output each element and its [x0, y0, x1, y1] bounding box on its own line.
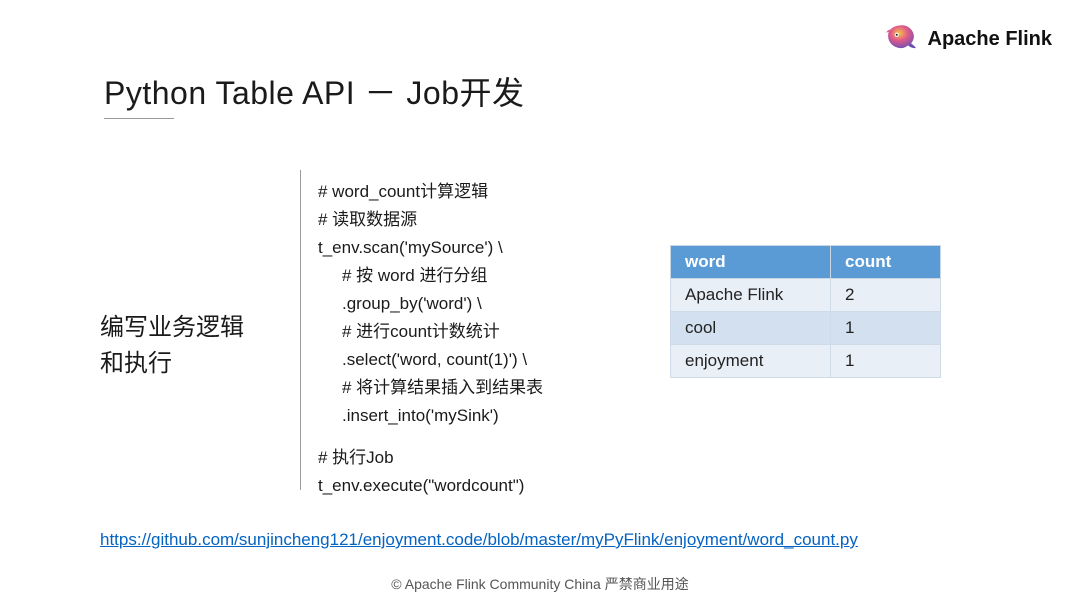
- table-header-count: count: [831, 246, 941, 279]
- cell-word: enjoyment: [671, 345, 831, 378]
- slide: Apache Flink Python Table API － Job开发 编写…: [0, 0, 1080, 608]
- result-table: word count Apache Flink 2 cool 1 enjoyme…: [670, 245, 941, 378]
- brand-name: Apache Flink: [928, 28, 1052, 51]
- table-row: enjoyment 1: [671, 345, 941, 378]
- code-line: # word_count计算逻辑: [318, 178, 543, 206]
- subtitle-line-1: 编写业务逻辑: [100, 310, 244, 346]
- code-block: # word_count计算逻辑 # 读取数据源 t_env.scan('myS…: [318, 178, 543, 501]
- reference-link[interactable]: https://github.com/sunjincheng121/enjoym…: [100, 530, 858, 549]
- table-header-word: word: [671, 246, 831, 279]
- subtitle-line-2: 和执行: [100, 346, 244, 382]
- code-line: # 进行count计数统计: [318, 318, 543, 346]
- brand: Apache Flink: [884, 22, 1052, 56]
- cell-count: 1: [831, 345, 941, 378]
- footer-copyright: © Apache Flink Community China 严禁商业用途: [0, 574, 1080, 594]
- reference-link-row: https://github.com/sunjincheng121/enjoym…: [100, 530, 1040, 550]
- code-line: t_env.scan('mySource') \: [318, 234, 543, 262]
- cell-word: Apache Flink: [671, 279, 831, 312]
- vertical-divider: [300, 170, 301, 490]
- code-line: # 按 word 进行分组: [318, 262, 543, 290]
- table-header-row: word count: [671, 246, 941, 279]
- cell-word: cool: [671, 312, 831, 345]
- code-line: .insert_into('mySink'): [318, 402, 543, 430]
- cell-count: 2: [831, 279, 941, 312]
- code-line: # 将计算结果插入到结果表: [318, 374, 543, 402]
- code-line: .select('word, count(1)') \: [318, 346, 543, 374]
- code-line: # 读取数据源: [318, 206, 543, 234]
- cell-count: 1: [831, 312, 941, 345]
- code-blank: [318, 430, 543, 444]
- code-line: .group_by('word') \: [318, 290, 543, 318]
- table-row: Apache Flink 2: [671, 279, 941, 312]
- title-underline: [104, 118, 174, 119]
- code-line: t_env.execute("wordcount"): [318, 472, 543, 500]
- table-row: cool 1: [671, 312, 941, 345]
- page-title: Python Table API － Job开发: [104, 68, 525, 114]
- flink-logo-icon: [884, 22, 918, 56]
- code-line: # 执行Job: [318, 444, 543, 472]
- section-subtitle: 编写业务逻辑 和执行: [100, 310, 244, 382]
